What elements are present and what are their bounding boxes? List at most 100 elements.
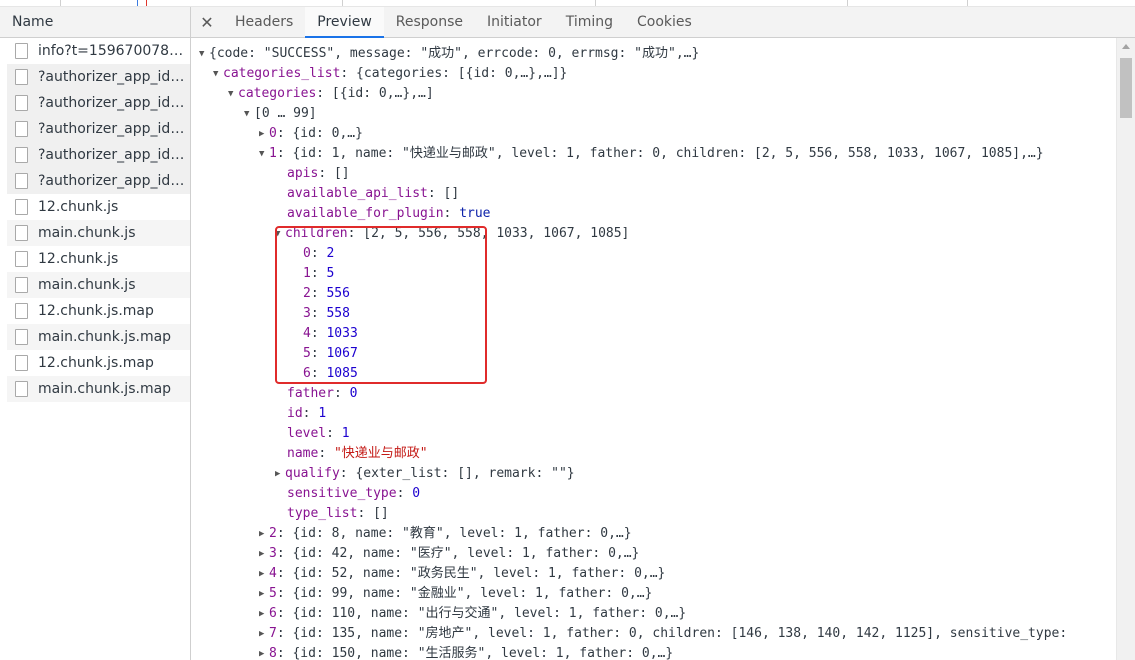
request-name: ?authorizer_app_id=... bbox=[38, 147, 190, 163]
children-entry[interactable]: 6: 1085 bbox=[303, 364, 358, 384]
request-name: ?authorizer_app_id=... bbox=[38, 95, 190, 111]
request-list: info?t=1596700781... ?authorizer_app_id=.… bbox=[7, 38, 190, 402]
prop-available-api-list[interactable]: available_api_list: [] bbox=[287, 184, 459, 204]
caret-down-icon[interactable]: ▼ bbox=[275, 224, 285, 244]
tree-node-item[interactable]: ▶ 3: {id: 42, name: "医疗", level: 1, fathe… bbox=[259, 544, 639, 564]
tab-timing[interactable]: Timing bbox=[554, 7, 625, 37]
tab-preview[interactable]: Preview bbox=[305, 7, 384, 38]
children-entry[interactable]: 2: 556 bbox=[303, 284, 350, 304]
caret-down-icon[interactable]: ▼ bbox=[213, 64, 223, 84]
prop-available-for-plugin[interactable]: available_for_plugin: true bbox=[287, 204, 491, 224]
json-tree: ▼ {code: "SUCCESS", message: "成功", errcod… bbox=[191, 38, 1117, 660]
request-row[interactable]: 12.chunk.js.map bbox=[7, 350, 190, 376]
tree-root[interactable]: ▼ {code: "SUCCESS", message: "成功", errcod… bbox=[199, 44, 699, 64]
prop-name[interactable]: name: "快递业与邮政" bbox=[287, 444, 428, 464]
caret-right-icon[interactable]: ▶ bbox=[275, 464, 285, 484]
caret-right-icon[interactable]: ▶ bbox=[259, 584, 269, 604]
name-column-header[interactable]: Name bbox=[0, 7, 190, 38]
prop-type-list[interactable]: type_list: [] bbox=[287, 504, 389, 524]
caret-down-icon[interactable]: ▼ bbox=[199, 44, 209, 64]
tree-node-item[interactable]: ▶ 4: {id: 52, name: "政务民生", level: 1, fat… bbox=[259, 564, 665, 584]
request-row[interactable]: info?t=1596700781... bbox=[7, 38, 190, 64]
prop-sensitive-type[interactable]: sensitive_type: 0 bbox=[287, 484, 420, 504]
request-name: 12.chunk.js.map bbox=[38, 303, 154, 319]
request-name: main.chunk.js.map bbox=[38, 381, 172, 397]
prop-apis[interactable]: apis: [] bbox=[287, 164, 350, 184]
caret-down-icon[interactable]: ▼ bbox=[259, 144, 269, 164]
document-icon bbox=[15, 251, 28, 267]
request-row[interactable]: main.chunk.js bbox=[7, 272, 190, 298]
caret-right-icon[interactable]: ▶ bbox=[259, 604, 269, 624]
document-icon bbox=[15, 381, 28, 397]
tree-node-item-1[interactable]: ▼ 1: {id: 1, name: "快递业与邮政", level: 1, fa… bbox=[259, 144, 1044, 164]
request-row[interactable]: ?authorizer_app_id=... bbox=[7, 116, 190, 142]
tree-node-item-0[interactable]: ▶ 0: {id: 0,…} bbox=[259, 124, 363, 144]
tree-node-item[interactable]: ▶ 5: {id: 99, name: "金融业", level: 1, fath… bbox=[259, 584, 652, 604]
request-row[interactable]: 12.chunk.js bbox=[7, 194, 190, 220]
name-column-label: Name bbox=[12, 14, 54, 30]
prop-level[interactable]: level: 1 bbox=[287, 424, 350, 444]
tab-headers[interactable]: Headers bbox=[223, 7, 305, 37]
close-icon[interactable]: ✕ bbox=[191, 7, 223, 37]
tree-node-range[interactable]: ▼ [0 … 99] bbox=[244, 104, 317, 124]
document-icon bbox=[15, 147, 28, 163]
timeline-tick bbox=[146, 0, 147, 6]
children-entry[interactable]: 4: 1033 bbox=[303, 324, 358, 344]
caret-right-icon[interactable]: ▶ bbox=[259, 524, 269, 544]
request-row[interactable]: ?authorizer_app_id=... bbox=[7, 64, 190, 90]
prop-children[interactable]: ▼ children: [2, 5, 556, 558, 1033, 1067, … bbox=[275, 224, 629, 244]
children-entry[interactable]: 0: 2 bbox=[303, 244, 334, 264]
tree-node-item[interactable]: ▶ 8: {id: 150, name: "生活服务", level: 1, fa… bbox=[259, 644, 673, 660]
document-icon bbox=[15, 43, 28, 59]
request-name: ?authorizer_app_id=... bbox=[38, 121, 190, 137]
caret-right-icon[interactable]: ▶ bbox=[259, 544, 269, 564]
request-row[interactable]: 12.chunk.js.map bbox=[7, 298, 190, 324]
request-name: 12.chunk.js bbox=[38, 251, 119, 267]
prop-id[interactable]: id: 1 bbox=[287, 404, 326, 424]
tree-node-categories-list[interactable]: ▼ categories_list: {categories: [{id: 0,…… bbox=[213, 64, 567, 84]
request-row[interactable]: 12.chunk.js bbox=[7, 246, 190, 272]
scrollbar-thumb[interactable] bbox=[1120, 58, 1132, 118]
prop-father[interactable]: father: 0 bbox=[287, 384, 357, 404]
document-icon bbox=[15, 95, 28, 111]
children-entry[interactable]: 5: 1067 bbox=[303, 344, 358, 364]
tree-node-item[interactable]: ▶ 2: {id: 8, name: "教育", level: 1, father… bbox=[259, 524, 632, 544]
tab-initiator[interactable]: Initiator bbox=[475, 7, 554, 37]
request-row[interactable]: main.chunk.js bbox=[7, 220, 190, 246]
tree-node-categories[interactable]: ▼ categories: [{id: 0,…},…] bbox=[228, 84, 434, 104]
caret-down-icon[interactable]: ▼ bbox=[244, 104, 254, 124]
tree-node-item[interactable]: ▶ 6: {id: 110, name: "出行与交通", level: 1, f… bbox=[259, 604, 686, 624]
document-icon bbox=[15, 355, 28, 371]
document-icon bbox=[15, 225, 28, 241]
request-row[interactable]: ?authorizer_app_id=... bbox=[7, 168, 190, 194]
request-row[interactable]: main.chunk.js.map bbox=[7, 324, 190, 350]
tab-response[interactable]: Response bbox=[384, 7, 475, 37]
request-name: main.chunk.js bbox=[38, 277, 136, 293]
document-icon bbox=[15, 277, 28, 293]
document-icon bbox=[15, 69, 28, 85]
request-row[interactable]: main.chunk.js.map bbox=[7, 376, 190, 402]
caret-right-icon[interactable]: ▶ bbox=[259, 124, 269, 144]
prop-qualify[interactable]: ▶ qualify: {exter_list: [], remark: ""} bbox=[275, 464, 575, 484]
document-icon bbox=[15, 199, 28, 215]
timeline-tick bbox=[595, 0, 596, 6]
timeline-tick bbox=[847, 0, 848, 6]
caret-right-icon[interactable]: ▶ bbox=[259, 624, 269, 644]
top-hairline bbox=[0, 0, 1135, 7]
request-row[interactable]: ?authorizer_app_id=... bbox=[7, 90, 190, 116]
caret-right-icon[interactable]: ▶ bbox=[259, 564, 269, 584]
document-icon bbox=[15, 173, 28, 189]
scroll-up-arrow-icon[interactable] bbox=[1122, 44, 1130, 49]
document-icon bbox=[15, 121, 28, 137]
tab-cookies[interactable]: Cookies bbox=[625, 7, 704, 37]
request-name: ?authorizer_app_id=... bbox=[38, 173, 190, 189]
children-entry[interactable]: 1: 5 bbox=[303, 264, 334, 284]
caret-down-icon[interactable]: ▼ bbox=[228, 84, 238, 104]
request-list-panel: Name info?t=1596700781... ?authorizer_app… bbox=[0, 7, 191, 660]
caret-right-icon[interactable]: ▶ bbox=[259, 644, 269, 660]
tree-node-item[interactable]: ▶ 7: {id: 135, name: "房地产", level: 1, fat… bbox=[259, 624, 1067, 644]
detail-tabs: ✕ Headers Preview Response Initiator Tim… bbox=[191, 7, 1135, 38]
vertical-scrollbar[interactable] bbox=[1116, 38, 1135, 660]
request-row[interactable]: ?authorizer_app_id=... bbox=[7, 142, 190, 168]
children-entry[interactable]: 3: 558 bbox=[303, 304, 350, 324]
